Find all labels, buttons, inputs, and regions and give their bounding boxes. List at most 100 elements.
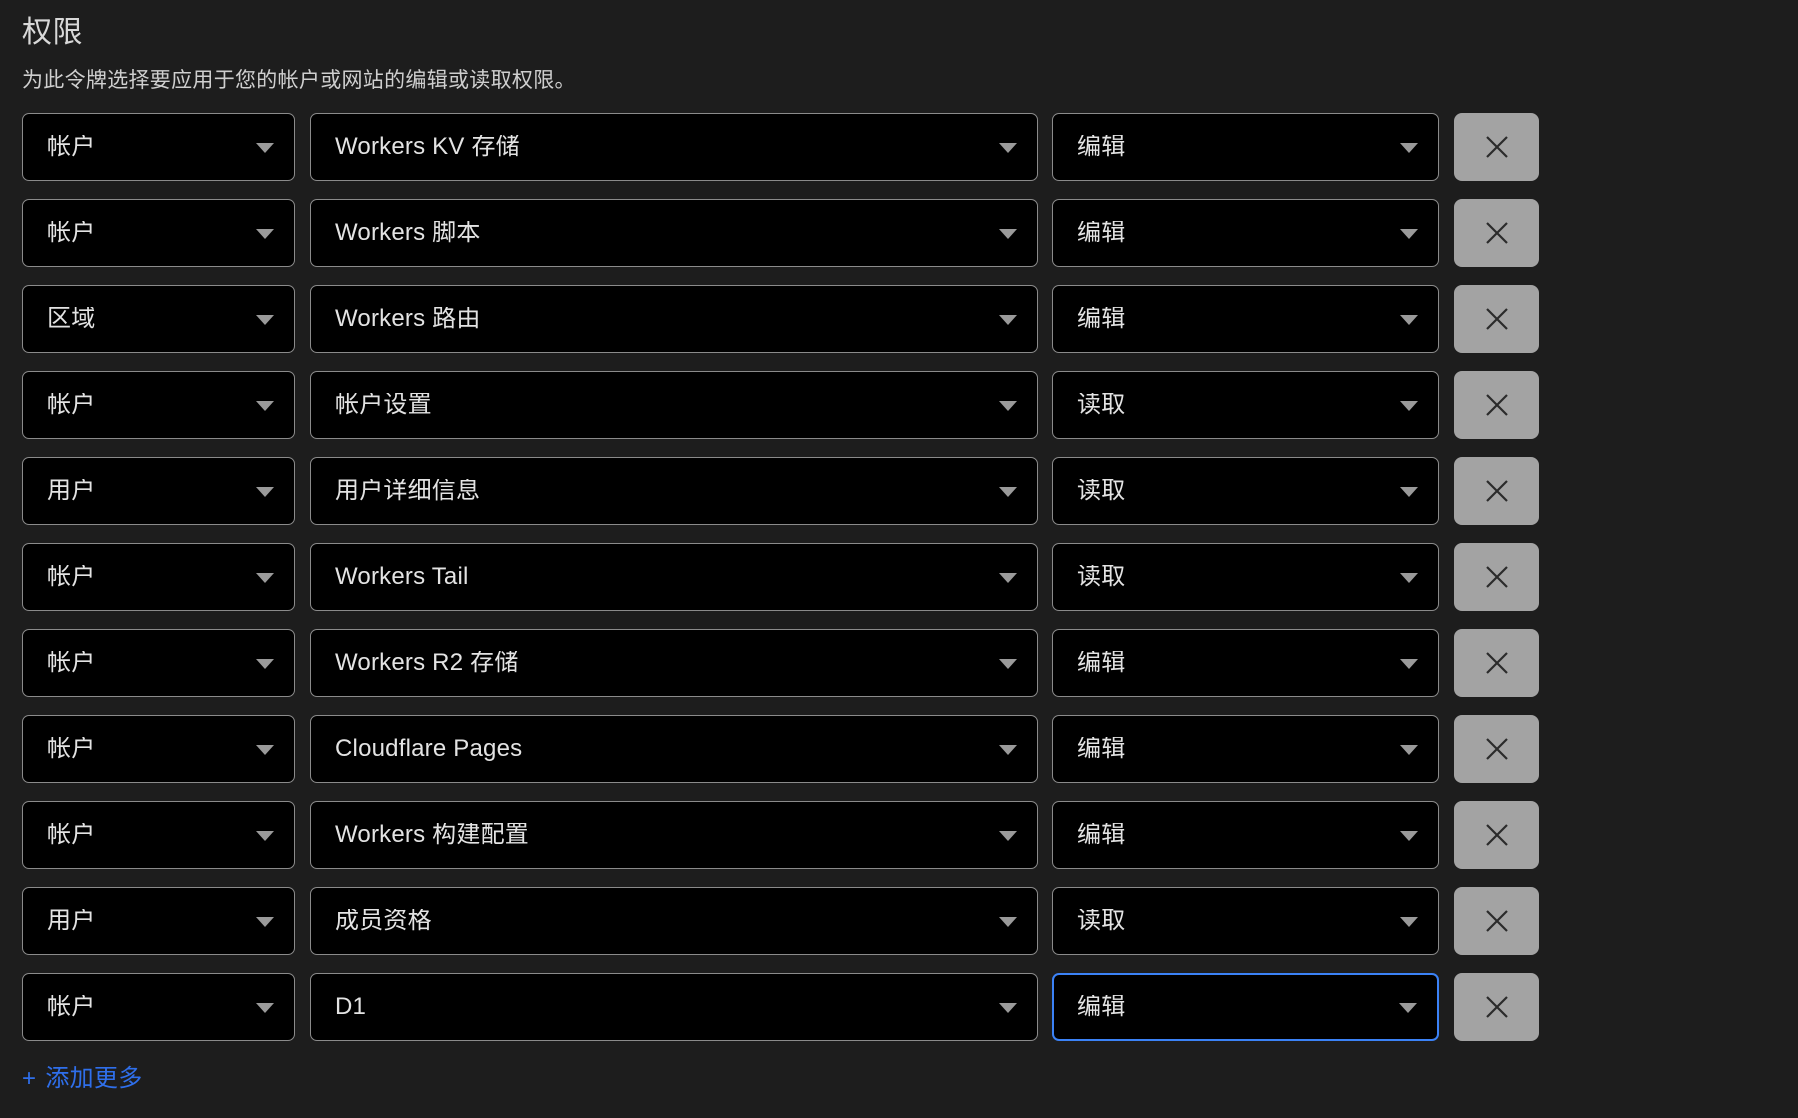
chevron-down-icon — [1400, 487, 1418, 497]
chevron-down-icon — [256, 315, 274, 325]
add-more-link[interactable]: + 添加更多 — [22, 1067, 143, 1091]
scope-select[interactable]: 帐户 — [22, 801, 295, 869]
permission-select[interactable]: 读取 — [1052, 371, 1439, 439]
scope-select[interactable]: 帐户 — [22, 543, 295, 611]
resource-select-value: D1 — [335, 995, 367, 1019]
permission-row: 帐户 Workers 脚本 编辑 — [22, 199, 1776, 267]
chevron-down-icon — [256, 831, 274, 841]
permission-select[interactable]: 编辑 — [1052, 199, 1439, 267]
permission-select[interactable]: 编辑 — [1052, 973, 1439, 1041]
resource-select[interactable]: 成员资格 — [310, 887, 1038, 955]
remove-permission-button[interactable] — [1454, 715, 1539, 783]
scope-select[interactable]: 帐户 — [22, 113, 295, 181]
scope-select[interactable]: 区域 — [22, 285, 295, 353]
scope-select-value: 帐户 — [47, 135, 96, 159]
chevron-down-icon — [999, 487, 1017, 497]
resource-select[interactable]: Workers 路由 — [310, 285, 1038, 353]
scope-select-value: 帐户 — [47, 823, 96, 847]
remove-permission-button[interactable] — [1454, 457, 1539, 525]
resource-select[interactable]: Workers 构建配置 — [310, 801, 1038, 869]
scope-select[interactable]: 帐户 — [22, 199, 295, 267]
chevron-down-icon — [256, 143, 274, 153]
resource-select-value: Workers 路由 — [335, 307, 481, 331]
chevron-down-icon — [999, 1003, 1017, 1013]
resource-select[interactable]: 帐户设置 — [310, 371, 1038, 439]
scope-select[interactable]: 帐户 — [22, 371, 295, 439]
close-icon — [1485, 222, 1508, 244]
scope-select-value: 帐户 — [47, 565, 96, 589]
page-title: 权限 — [22, 16, 83, 49]
permission-row: 帐户 帐户设置 读取 — [22, 371, 1776, 439]
permission-select[interactable]: 读取 — [1052, 457, 1439, 525]
remove-permission-button[interactable] — [1454, 113, 1539, 181]
permission-row: 用户 成员资格 读取 — [22, 887, 1776, 955]
chevron-down-icon — [999, 917, 1017, 927]
chevron-down-icon — [1400, 401, 1418, 411]
permission-row: 帐户 Workers 构建配置 编辑 — [22, 801, 1776, 869]
chevron-down-icon — [999, 315, 1017, 325]
permission-row: 帐户 Workers Tail 读取 — [22, 543, 1776, 611]
resource-select-value: 用户详细信息 — [335, 479, 481, 503]
scope-select[interactable]: 用户 — [22, 457, 295, 525]
permission-select-value: 读取 — [1077, 565, 1126, 589]
permission-select[interactable]: 读取 — [1052, 543, 1439, 611]
remove-permission-button[interactable] — [1454, 285, 1539, 353]
chevron-down-icon — [1400, 831, 1418, 841]
chevron-down-icon — [256, 487, 274, 497]
remove-permission-button[interactable] — [1454, 543, 1539, 611]
permission-row: 用户 用户详细信息 读取 — [22, 457, 1776, 525]
resource-select[interactable]: Workers Tail — [310, 543, 1038, 611]
close-icon — [1485, 308, 1508, 330]
chevron-down-icon — [256, 745, 274, 755]
resource-select-value: Workers 脚本 — [335, 221, 481, 245]
permission-select[interactable]: 编辑 — [1052, 113, 1439, 181]
permission-select-value: 读取 — [1077, 393, 1126, 417]
permission-row: 帐户 Workers KV 存储 编辑 — [22, 113, 1776, 181]
chevron-down-icon — [256, 1003, 274, 1013]
resource-select-value: 帐户设置 — [335, 393, 432, 417]
chevron-down-icon — [256, 229, 274, 239]
permission-select[interactable]: 编辑 — [1052, 629, 1439, 697]
chevron-down-icon — [999, 573, 1017, 583]
remove-permission-button[interactable] — [1454, 887, 1539, 955]
resource-select-value: Workers 构建配置 — [335, 823, 529, 847]
resource-select[interactable]: Cloudflare Pages — [310, 715, 1038, 783]
resource-select[interactable]: Workers 脚本 — [310, 199, 1038, 267]
chevron-down-icon — [999, 229, 1017, 239]
scope-select-value: 用户 — [47, 479, 96, 503]
chevron-down-icon — [1400, 917, 1418, 927]
remove-permission-button[interactable] — [1454, 973, 1539, 1041]
permission-select[interactable]: 编辑 — [1052, 715, 1439, 783]
remove-permission-button[interactable] — [1454, 629, 1539, 697]
permission-select-value: 编辑 — [1077, 651, 1126, 675]
remove-permission-button[interactable] — [1454, 199, 1539, 267]
resource-select[interactable]: 用户详细信息 — [310, 457, 1038, 525]
remove-permission-button[interactable] — [1454, 371, 1539, 439]
scope-select[interactable]: 用户 — [22, 887, 295, 955]
chevron-down-icon — [256, 917, 274, 927]
remove-permission-button[interactable] — [1454, 801, 1539, 869]
permission-select-value: 编辑 — [1077, 823, 1126, 847]
resource-select[interactable]: D1 — [310, 973, 1038, 1041]
scope-select[interactable]: 帐户 — [22, 629, 295, 697]
permission-select[interactable]: 编辑 — [1052, 801, 1439, 869]
permission-select[interactable]: 读取 — [1052, 887, 1439, 955]
chevron-down-icon — [999, 401, 1017, 411]
chevron-down-icon — [1400, 229, 1418, 239]
close-icon — [1485, 910, 1508, 932]
scope-select[interactable]: 帐户 — [22, 715, 295, 783]
resource-select-value: Workers KV 存储 — [335, 135, 520, 159]
close-icon — [1485, 394, 1508, 416]
permission-select[interactable]: 编辑 — [1052, 285, 1439, 353]
permission-row: 帐户 Cloudflare Pages 编辑 — [22, 715, 1776, 783]
resource-select[interactable]: Workers R2 存储 — [310, 629, 1038, 697]
close-icon — [1485, 566, 1508, 588]
permission-select-value: 编辑 — [1077, 307, 1126, 331]
permission-select-value: 读取 — [1077, 479, 1126, 503]
resource-select[interactable]: Workers KV 存储 — [310, 113, 1038, 181]
plus-icon: + — [22, 1065, 37, 1092]
add-more-label: 添加更多 — [45, 1065, 143, 1092]
scope-select-value: 帐户 — [47, 737, 96, 761]
chevron-down-icon — [256, 659, 274, 669]
scope-select[interactable]: 帐户 — [22, 973, 295, 1041]
